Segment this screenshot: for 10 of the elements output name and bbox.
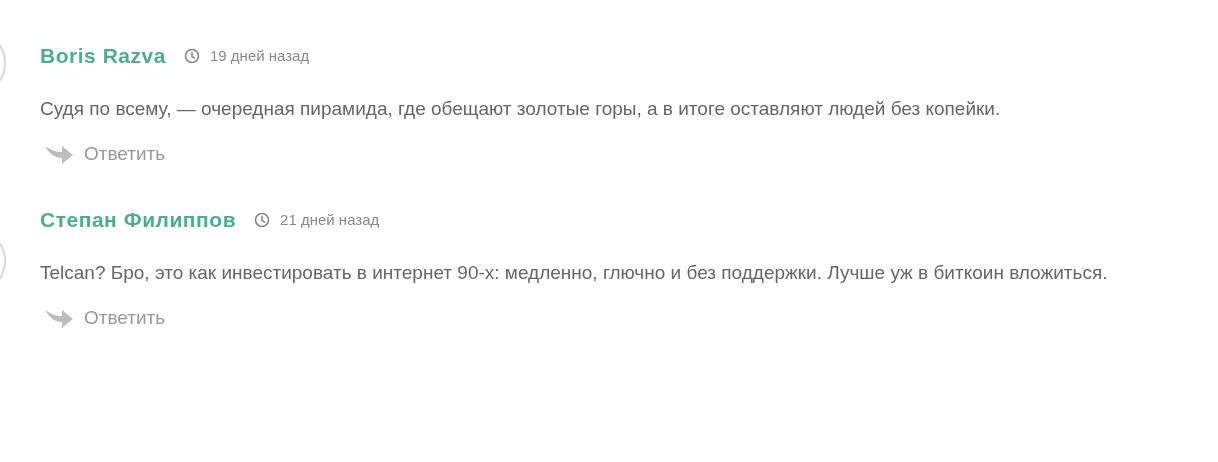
reply-button[interactable]: Ответить — [84, 139, 166, 168]
comment-text: Судя по всему, — очередная пирамида, где обещают золотые горы, а в итоге оставляют людей без копейки. — [40, 96, 1002, 121]
comment-text: Telcan? Бро, это как инвестировать в интернет 90-х: медленно, глючно и без поддержки. Лучше уж в биткоин вложиться. — [40, 260, 1109, 285]
comment-time: 21 дней назад — [280, 209, 380, 230]
clock-icon — [254, 211, 271, 228]
reply-button[interactable]: Ответить — [84, 303, 166, 332]
author-name[interactable]: Степан Филиппов — [40, 204, 237, 236]
comment-time: 19 дней назад — [210, 45, 310, 66]
clock-icon — [184, 47, 200, 64]
author-name[interactable]: Boris Razva — [40, 40, 166, 72]
